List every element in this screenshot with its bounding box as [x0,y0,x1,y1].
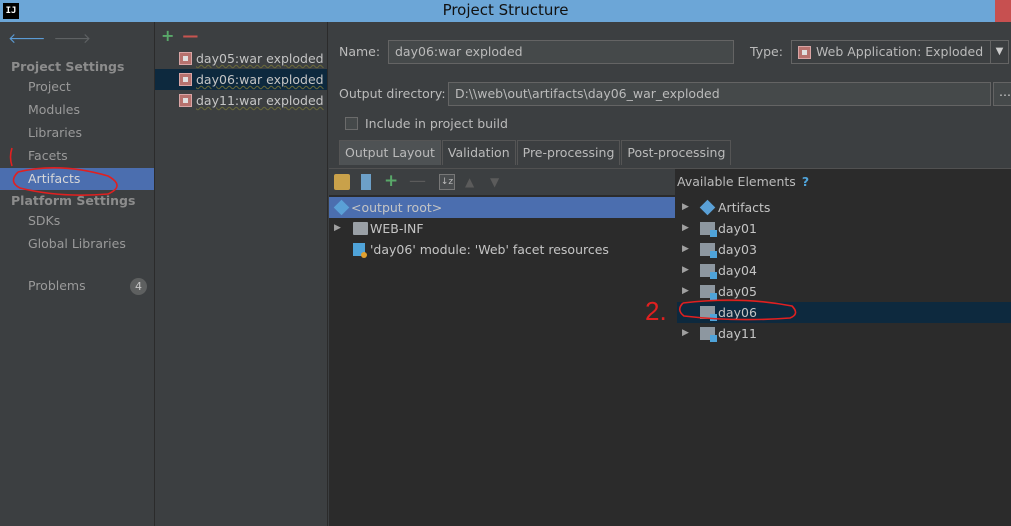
annotation-circle-artifacts [12,167,118,196]
annotation-mark-1 [9,147,13,167]
annotation-step-2: 2. [645,296,667,326]
annotation-circle-day06 [678,299,797,321]
annotation-overlay: 2. [9,147,797,326]
